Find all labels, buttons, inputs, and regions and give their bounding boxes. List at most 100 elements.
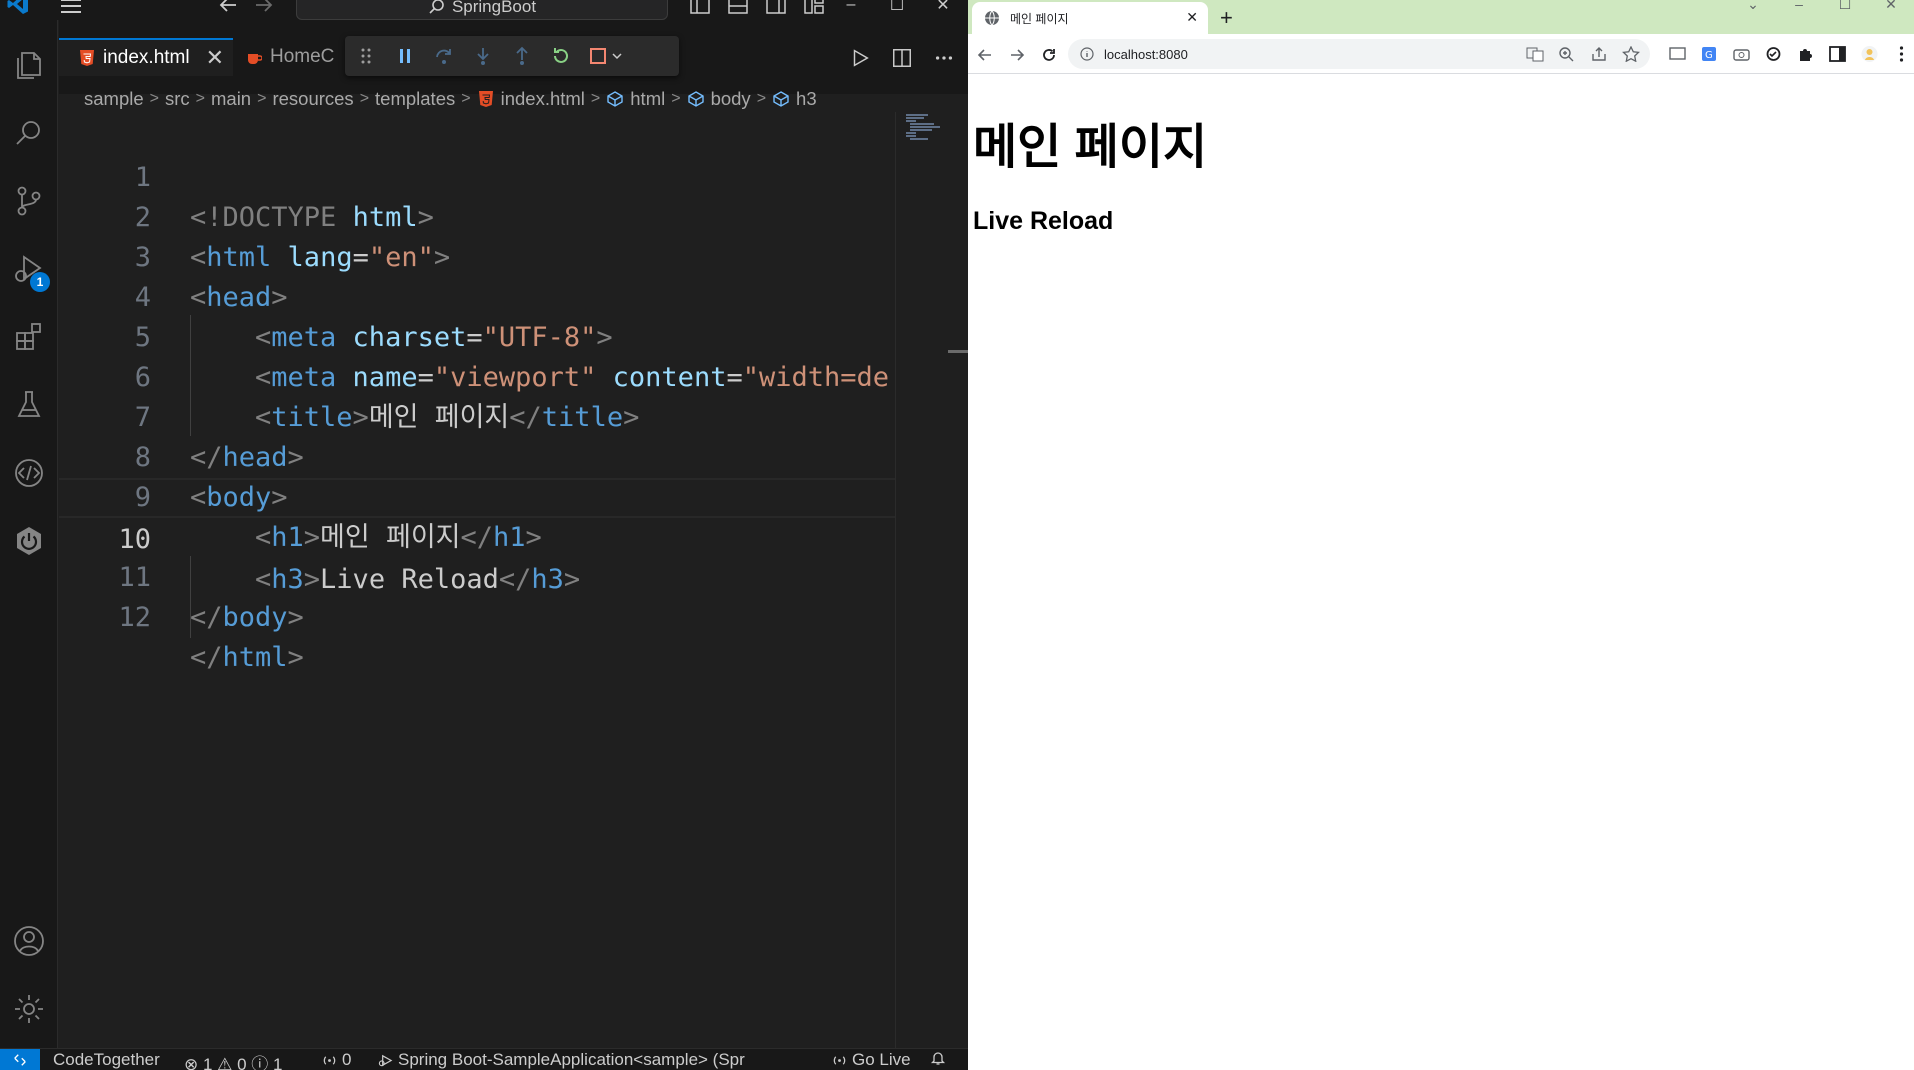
restart-icon[interactable] xyxy=(550,45,572,67)
breadcrumb-item[interactable]: sample xyxy=(84,88,144,110)
screenshot-icon[interactable] xyxy=(1732,45,1751,63)
hamburger-menu-icon[interactable] xyxy=(58,0,84,16)
code-line: 5 <meta name="viewport" content="width=d… xyxy=(59,278,895,393)
url-text: localhost:8080 xyxy=(1104,46,1188,62)
minimize-button[interactable]: – xyxy=(828,0,874,16)
run-config-status[interactable]: Spring Boot-SampleApplication<sample> (S… xyxy=(378,1050,745,1070)
minimize-button[interactable]: – xyxy=(1776,0,1822,14)
step-into-icon[interactable] xyxy=(472,45,494,67)
maximize-button[interactable]: ☐ xyxy=(1822,0,1868,14)
minimap-line xyxy=(910,129,932,131)
split-editor-icon[interactable] xyxy=(890,46,914,70)
page-heading-h1: 메인 페이지 xyxy=(973,121,1208,174)
translate-extension-icon[interactable]: G xyxy=(1700,45,1719,63)
breadcrumb-item[interactable]: templates xyxy=(375,88,455,110)
breadcrumb-item[interactable]: h3 xyxy=(796,88,817,110)
toggle-panel-icon[interactable] xyxy=(726,0,750,16)
step-out-icon[interactable] xyxy=(511,45,533,67)
code-line: 3 <head> xyxy=(59,198,895,313)
notifications-bell-icon[interactable] xyxy=(930,1050,946,1066)
new-tab-button[interactable]: + xyxy=(1220,5,1233,31)
broadcast-icon xyxy=(323,1055,336,1065)
maximize-button[interactable]: ☐ xyxy=(874,0,920,16)
tab-search-chevron-icon[interactable]: ⌄ xyxy=(1730,0,1776,14)
code-line: 2 <html lang="en"> xyxy=(59,158,895,273)
token: > xyxy=(287,602,304,633)
tab-index-html[interactable]: index.html ✕ xyxy=(59,38,233,76)
stop-icon[interactable] xyxy=(589,45,625,67)
close-tab-icon[interactable]: ✕ xyxy=(206,45,224,71)
scrollbar-cursor-marker xyxy=(948,350,968,353)
code-editor[interactable]: 1 <!DOCTYPE html> 2 <html lang="en"> 3 <… xyxy=(59,118,895,1048)
status-bar: CodeTogether ⊗ 1 ⚠ 0 ⓘ 1 0 Spring Boot-S… xyxy=(0,1048,968,1070)
chrome-menu-kebab-icon[interactable] xyxy=(1892,45,1911,63)
toggle-primary-sidebar-icon[interactable] xyxy=(688,0,712,16)
address-bar[interactable]: localhost:8080 xyxy=(1068,39,1650,69)
testing-icon[interactable] xyxy=(8,384,50,426)
breadcrumb-item[interactable]: resources xyxy=(272,88,353,110)
site-info-icon[interactable] xyxy=(1080,47,1094,61)
breadcrumb-item[interactable]: body xyxy=(711,88,751,110)
close-window-button[interactable]: ✕ xyxy=(1868,0,1914,14)
search-icon xyxy=(429,0,444,14)
live-server-icon[interactable] xyxy=(8,452,50,494)
drag-handle-icon[interactable] xyxy=(355,45,377,67)
forward-arrow-icon[interactable] xyxy=(1006,44,1028,66)
cast-icon[interactable] xyxy=(1668,45,1687,63)
back-arrow-icon[interactable] xyxy=(216,0,240,16)
run-icon[interactable] xyxy=(848,46,872,70)
accounts-icon[interactable] xyxy=(8,920,50,962)
customize-layout-icon[interactable] xyxy=(802,0,826,16)
element-cube-icon xyxy=(607,91,623,107)
tab-homecontroller[interactable]: HomeC xyxy=(234,38,344,76)
globe-icon xyxy=(985,10,999,26)
browser-tab[interactable]: 메인 페이지 ✕ xyxy=(972,2,1208,34)
reload-icon[interactable] xyxy=(1038,44,1060,66)
breadcrumb-item[interactable]: html xyxy=(630,88,665,110)
go-live-button[interactable]: Go Live xyxy=(832,1050,911,1070)
line-number: 12 xyxy=(118,602,151,633)
side-panel-icon[interactable] xyxy=(1828,45,1847,63)
close-window-button[interactable]: ✕ xyxy=(920,0,966,16)
breadcrumb-item[interactable]: main xyxy=(211,88,251,110)
zoom-icon[interactable] xyxy=(1558,46,1576,62)
minimap[interactable] xyxy=(895,112,967,1048)
extensions-icon[interactable] xyxy=(8,316,50,358)
breadcrumb-item[interactable]: src xyxy=(165,88,190,110)
extensions-puzzle-icon[interactable] xyxy=(1796,45,1815,63)
command-center-search[interactable]: SpringBoot xyxy=(296,0,668,20)
more-actions-icon[interactable] xyxy=(932,46,956,70)
explorer-icon[interactable] xyxy=(8,44,50,86)
profile-avatar-icon[interactable] xyxy=(1860,45,1879,63)
chrome-tab-strip: 메인 페이지 ✕ + ⌄ – ☐ ✕ xyxy=(968,0,1914,34)
remote-indicator-icon[interactable] xyxy=(0,1049,40,1070)
back-arrow-icon[interactable] xyxy=(974,44,996,66)
chevron-right-icon: > xyxy=(195,90,205,107)
spring-boot-dashboard-icon[interactable] xyxy=(8,520,50,562)
code-line: 11 </body> xyxy=(59,518,895,633)
ports-status[interactable]: 0 xyxy=(322,1050,351,1070)
source-control-icon[interactable] xyxy=(8,180,50,222)
share-icon[interactable] xyxy=(1590,46,1608,62)
step-over-icon[interactable] xyxy=(433,45,455,67)
run-and-debug-icon[interactable]: 1 xyxy=(8,248,50,292)
breadcrumb-item[interactable]: index.html xyxy=(501,88,585,110)
debug-badge: 1 xyxy=(30,272,50,292)
bookmark-star-icon[interactable] xyxy=(1622,45,1640,63)
code-text: </html> xyxy=(190,638,304,678)
forward-arrow-icon[interactable] xyxy=(252,0,276,16)
token: </ xyxy=(190,642,223,673)
translate-icon[interactable] xyxy=(1526,46,1544,62)
sync-extension-icon[interactable] xyxy=(1764,45,1783,63)
close-tab-icon[interactable]: ✕ xyxy=(1186,9,1198,26)
problems-status[interactable]: ⊗ 1 ⚠ 0 ⓘ 1 xyxy=(184,1050,282,1070)
codetogether-status[interactable]: CodeTogether xyxy=(53,1050,160,1070)
toggle-secondary-sidebar-icon[interactable] xyxy=(764,0,788,16)
pause-icon[interactable] xyxy=(394,45,416,67)
debug-alt-icon xyxy=(378,1054,393,1066)
ports-count: 0 xyxy=(342,1050,352,1069)
search-icon[interactable] xyxy=(8,112,50,154)
extension-icons: G xyxy=(1668,45,1911,63)
page-heading-h3: Live Reload xyxy=(973,207,1114,235)
settings-gear-icon[interactable] xyxy=(8,988,50,1030)
